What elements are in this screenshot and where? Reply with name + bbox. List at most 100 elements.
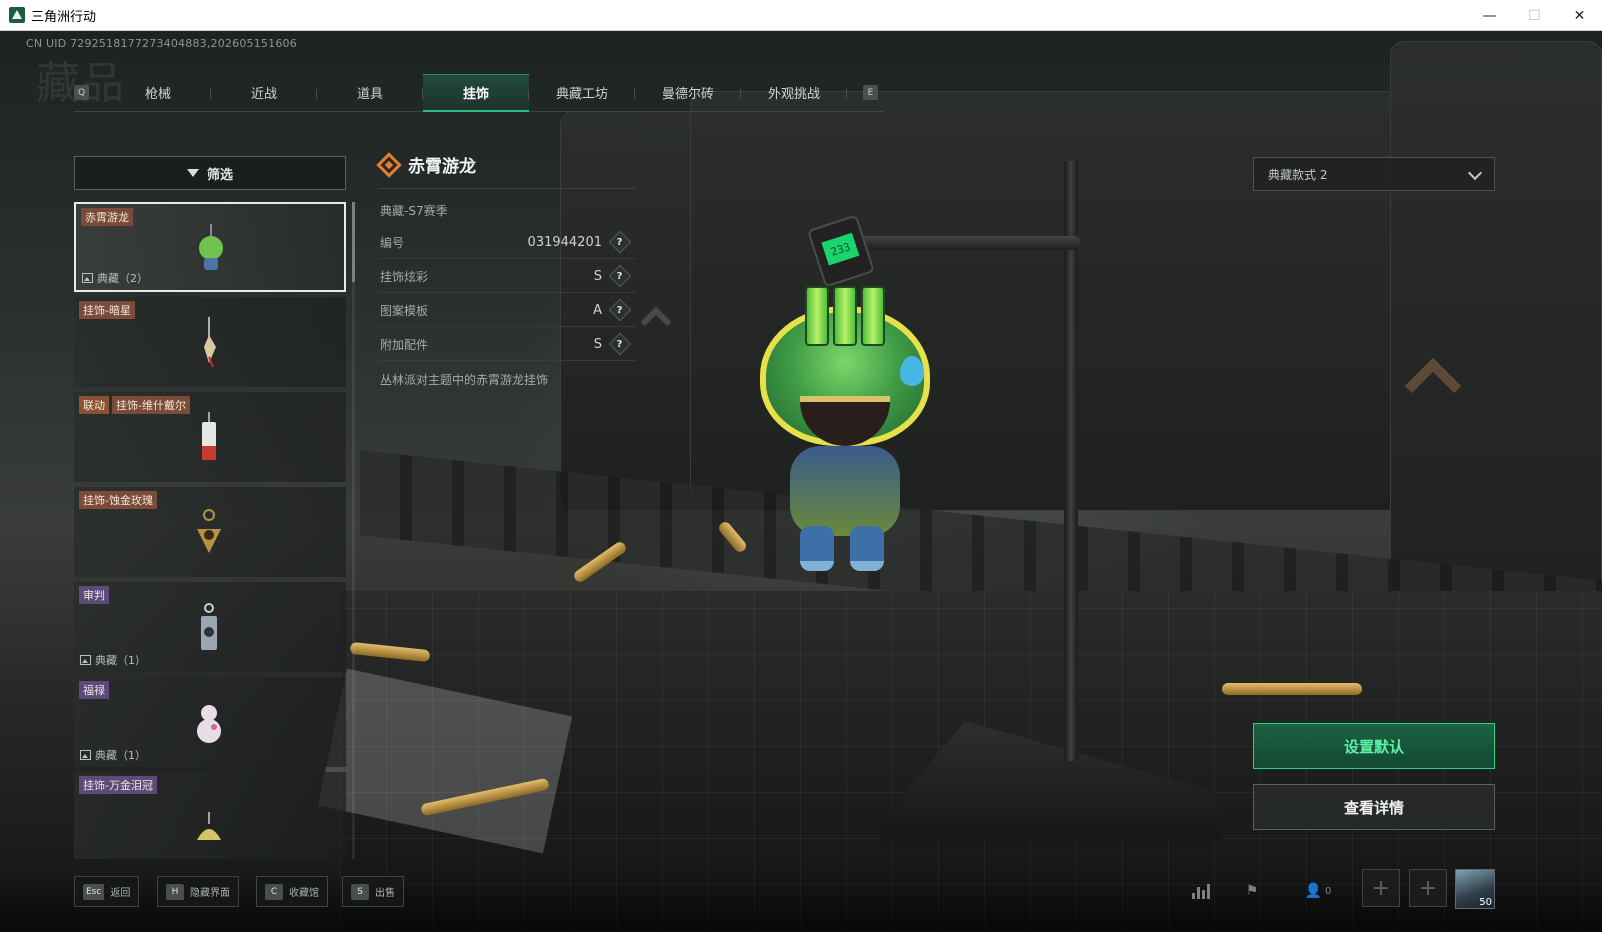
attribute-label: 附加配件 — [380, 337, 429, 352]
friends-count: 0 — [1325, 885, 1332, 897]
chevron-down-icon — [1467, 165, 1483, 181]
item-tag: 审判 — [79, 586, 109, 604]
item-tag-collab: 联动 — [79, 396, 109, 414]
hotkey-back[interactable]: Esc 返回 — [74, 876, 140, 907]
charm-battery — [861, 286, 885, 346]
help-icon[interactable]: ? — [608, 264, 632, 288]
attribute-value: S — [593, 268, 602, 284]
stand-arm — [855, 236, 1080, 250]
rarity-diamond-icon — [376, 151, 402, 178]
collection-count: 典藏（1） — [80, 652, 146, 668]
hotkey-label: 收藏馆 — [289, 888, 319, 899]
hotkey-collection-hall[interactable]: C 收藏馆 — [256, 876, 328, 907]
tab-items[interactable]: 道具 — [317, 74, 423, 112]
season-label: 典藏-S7赛季 — [380, 204, 448, 218]
list-item[interactable]: 联动 挂饰-维什戴尔 — [74, 392, 346, 482]
hotkey-key: S — [351, 883, 369, 900]
set-default-button[interactable]: 设置默认 — [1253, 723, 1495, 769]
item-tag: 赤霄游龙 — [81, 208, 133, 226]
tab-charms[interactable]: 挂饰 — [423, 73, 529, 112]
attribute-row-color: 挂饰炫彩 S ? — [378, 260, 636, 293]
minimize-button[interactable]: — — [1467, 0, 1512, 31]
item-tag: 挂饰-蚀金玫瑰 — [79, 491, 157, 509]
filter-button[interactable]: 筛选 — [74, 156, 346, 190]
window-title: 三角洲行动 — [31, 9, 97, 25]
empty-slot-plus-icon[interactable]: + — [1409, 869, 1447, 907]
hotkey-hide-ui[interactable]: H 隐藏界面 — [157, 876, 239, 907]
attribute-value: 031944201 — [527, 234, 602, 250]
attribute-row-accessory: 附加配件 S ? — [378, 328, 636, 361]
player-avatar[interactable]: 50 — [1455, 869, 1495, 909]
tab-collection-workshop[interactable]: 典藏工坊 — [529, 74, 635, 112]
item-tag: 挂饰-暗星 — [79, 301, 135, 319]
charm-battery — [833, 286, 857, 346]
hotkey-label: 隐藏界面 — [190, 888, 230, 899]
next-tab-key-hint[interactable]: E — [863, 85, 878, 100]
charm-list: 赤霄游龙 典藏（2） 挂饰-暗星 联动 挂饰-维什戴尔 挂饰-蚀金玫瑰 审判 典… — [74, 202, 346, 859]
help-icon[interactable]: ? — [608, 298, 632, 322]
collection-count: 典藏（2） — [82, 270, 148, 286]
attribute-label: 图案模板 — [380, 303, 429, 318]
list-scrollbar[interactable] — [352, 202, 355, 859]
item-tag: 挂饰-万金泪冠 — [79, 776, 157, 794]
style-dropdown-value: 典藏款式 2 — [1268, 167, 1328, 182]
list-item[interactable]: 赤霄游龙 典藏（2） — [74, 202, 346, 292]
charm-thumbnail — [197, 812, 221, 840]
tab-melee[interactable]: 近战 — [211, 74, 317, 112]
hotkey-key: C — [265, 883, 283, 900]
empty-slot-plus-icon[interactable]: + — [1362, 869, 1400, 907]
detail-title-text: 赤霄游龙 — [408, 157, 476, 177]
image-icon — [82, 273, 93, 283]
stats-icon[interactable] — [1189, 880, 1213, 902]
player-level: 50 — [1479, 897, 1492, 908]
game-viewport: 233 CN UID 7292518177273404883,202605151… — [0, 31, 1602, 932]
tab-guns[interactable]: 枪械 — [105, 74, 211, 112]
flag-icon[interactable]: ⚑ — [1240, 880, 1264, 902]
attribute-label: 编号 — [380, 235, 405, 250]
window-titlebar: 三角洲行动 — ☐ ✕ — [0, 0, 1602, 31]
hotkey-sell[interactable]: S 出售 — [342, 876, 404, 907]
attribute-row-serial: 编号 031944201 ? — [378, 226, 636, 259]
window-controls: — ☐ ✕ — [1467, 0, 1602, 31]
help-icon[interactable]: ? — [608, 332, 632, 356]
charm-thumbnail — [197, 509, 221, 553]
tab-appearance-challenge[interactable]: 外观挑战 — [741, 74, 847, 112]
charm-thumbnail — [197, 705, 221, 743]
item-tag: 福禄 — [79, 681, 109, 699]
charm-leg — [800, 526, 834, 571]
close-button[interactable]: ✕ — [1557, 0, 1602, 31]
attribute-value: A — [593, 302, 602, 318]
style-dropdown[interactable]: 典藏款式 2 — [1253, 157, 1495, 191]
category-tabbar: Q 枪械 近战 道具 挂饰 典藏工坊 曼德尔砖 外观挑战 E — [74, 73, 884, 112]
list-item[interactable]: 审判 典藏（1） — [74, 582, 346, 672]
friends-icon[interactable]: 👤 0 — [1298, 880, 1338, 902]
hotkey-label: 返回 — [110, 888, 131, 899]
funnel-icon — [186, 169, 199, 177]
scale-readout: 233 — [821, 232, 860, 266]
charm-thumbnail — [204, 317, 216, 368]
hotkey-key: H — [166, 883, 184, 900]
list-scroll-thumb[interactable] — [352, 202, 355, 282]
help-icon[interactable]: ? — [608, 230, 632, 254]
view-detail-button[interactable]: 查看详情 — [1253, 784, 1495, 830]
charm-battery — [805, 286, 829, 346]
collection-count: 典藏（1） — [80, 747, 146, 763]
list-item[interactable]: 挂饰-蚀金玫瑰 — [74, 487, 346, 577]
charm-thumbnail — [201, 603, 217, 650]
attribute-value: S — [593, 336, 602, 352]
prev-tab-key-hint[interactable]: Q — [74, 85, 89, 100]
charm-model-preview[interactable] — [760, 286, 930, 576]
charm-leg — [850, 526, 884, 571]
list-item[interactable]: 挂饰-暗星 — [74, 297, 346, 387]
tab-mandel-bricks[interactable]: 曼德尔砖 — [635, 74, 741, 112]
image-icon — [80, 750, 91, 760]
attribute-row-pattern: 图案模板 A ? — [378, 294, 636, 327]
detail-title: 赤霄游龙 — [376, 151, 476, 178]
maximize-button[interactable]: ☐ — [1512, 0, 1557, 31]
divider — [378, 188, 636, 189]
list-item[interactable]: 福禄 典藏（1） — [74, 677, 346, 767]
list-item[interactable]: 挂饰-万金泪冠 — [74, 772, 346, 859]
item-tag: 挂饰-维什戴尔 — [112, 396, 190, 414]
attribute-label: 挂饰炫彩 — [380, 269, 429, 284]
scene-bullet — [1222, 683, 1362, 695]
